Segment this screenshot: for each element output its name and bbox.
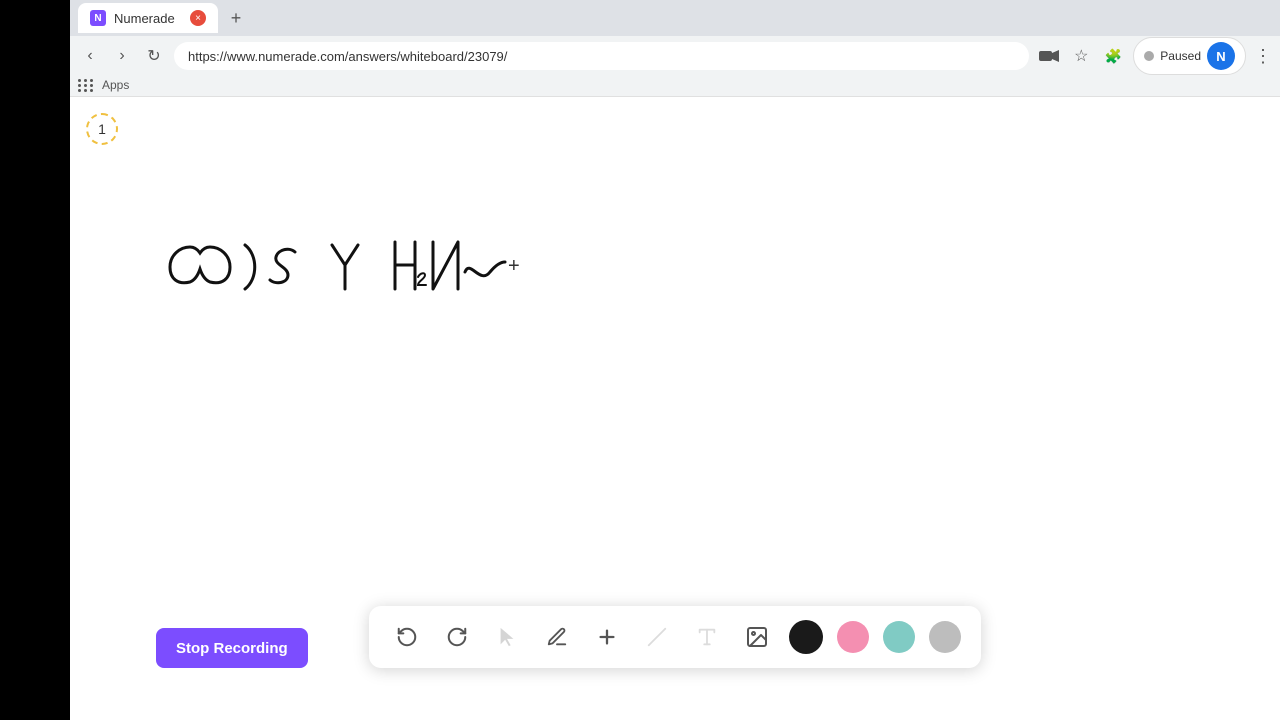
tab-close-button[interactable]: × — [190, 10, 206, 26]
redo-button[interactable] — [439, 619, 475, 655]
svg-text:+: + — [508, 255, 520, 277]
stop-recording-button[interactable]: Stop Recording — [156, 628, 308, 668]
content-area: 1 + Stop Recording — [70, 97, 1280, 720]
tab-title: Numerade — [114, 11, 175, 26]
forward-button[interactable]: › — [110, 44, 134, 68]
eraser-button[interactable] — [639, 619, 675, 655]
extensions-icon[interactable]: 🧩 — [1101, 44, 1125, 68]
paused-badge: Paused N — [1133, 37, 1246, 75]
select-tool-button[interactable] — [489, 619, 525, 655]
user-avatar: N — [1207, 42, 1235, 70]
browser-window: N Numerade × + ‹ › ↻ https://www.numerad… — [70, 0, 1280, 720]
color-pink[interactable] — [837, 621, 869, 653]
apps-label: Apps — [102, 78, 129, 92]
address-bar-row: ‹ › ↻ https://www.numerade.com/answers/w… — [70, 36, 1280, 76]
refresh-button[interactable]: ↻ — [142, 44, 166, 68]
pen-tool-button[interactable] — [539, 619, 575, 655]
color-black[interactable] — [789, 620, 823, 654]
active-tab[interactable]: N Numerade × — [78, 3, 218, 33]
paused-label: Paused — [1160, 49, 1201, 63]
new-tab-button[interactable]: + — [222, 4, 250, 32]
address-bar[interactable]: https://www.numerade.com/answers/whitebo… — [174, 42, 1029, 70]
bookmark-icon[interactable]: ☆ — [1069, 44, 1093, 68]
more-menu-button[interactable]: ⋮ — [1254, 46, 1272, 67]
color-green[interactable] — [883, 621, 915, 653]
url-text: https://www.numerade.com/answers/whitebo… — [188, 49, 507, 64]
undo-button[interactable] — [389, 619, 425, 655]
bottom-toolbar — [369, 606, 981, 668]
camera-icon — [1037, 44, 1061, 68]
paused-dot — [1144, 51, 1154, 61]
tab-bar: N Numerade × + — [70, 0, 1280, 36]
page-number: 1 — [86, 113, 118, 145]
add-shape-button[interactable] — [589, 619, 625, 655]
image-tool-button[interactable] — [739, 619, 775, 655]
color-gray[interactable] — [929, 621, 961, 653]
whiteboard-content: + — [140, 217, 560, 317]
back-button[interactable]: ‹ — [78, 44, 102, 68]
tab-favicon: N — [90, 10, 106, 26]
apps-grid-icon — [78, 79, 94, 92]
text-tool-button[interactable] — [689, 619, 725, 655]
apps-bar: Apps — [70, 76, 1280, 97]
